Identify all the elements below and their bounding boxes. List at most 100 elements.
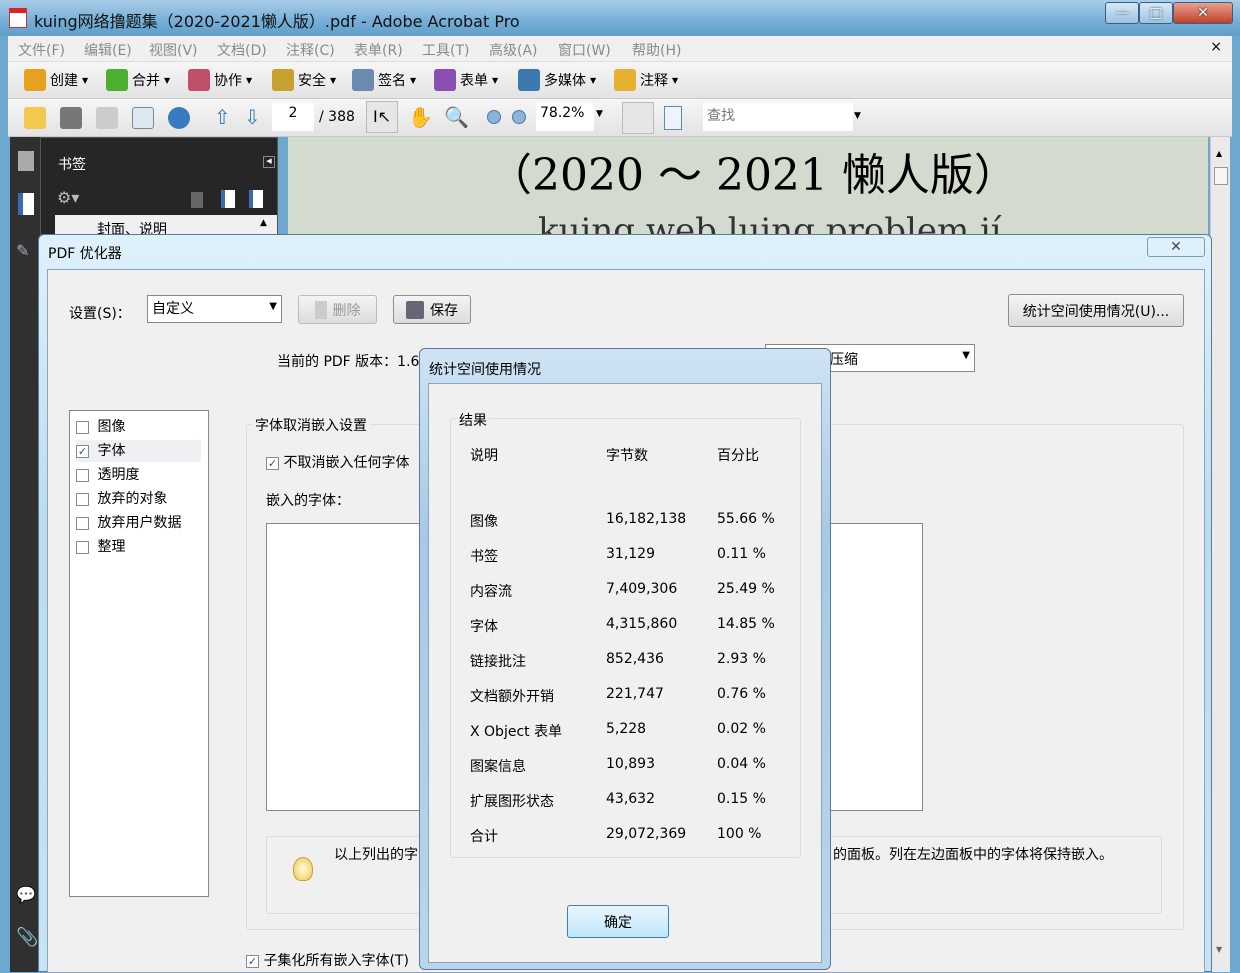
maximize-button[interactable]: □	[1139, 2, 1173, 24]
menu-item[interactable]: 帮助(H)	[632, 40, 681, 60]
bookmarks-icon[interactable]	[18, 193, 34, 215]
attachments-icon[interactable]: 📎	[16, 927, 38, 948]
options-gear-icon[interactable]: ⚙▾	[57, 188, 79, 207]
web-upload-icon[interactable]	[168, 107, 190, 129]
row-description: 图案信息	[470, 759, 526, 775]
checkbox-icon[interactable]	[76, 492, 89, 506]
row-percent: 0.76 %	[717, 686, 766, 702]
row-percent: 2.93 %	[717, 651, 766, 667]
dropdown-arrow-icon: ▼	[246, 75, 253, 85]
lightbulb-icon	[293, 857, 313, 881]
embedded-fonts-list[interactable]	[266, 523, 426, 811]
column-header-description: 说明	[470, 448, 498, 464]
save-settings-button[interactable]: 保存	[393, 295, 471, 324]
stats-row: 字体 4,315,860 14.85 %	[470, 616, 790, 636]
menu-close-button[interactable]: ×	[1210, 39, 1222, 55]
previous-page-icon[interactable]: ⇧	[214, 105, 231, 129]
zoom-out-icon[interactable]	[487, 110, 501, 124]
menu-item[interactable]: 工具(T)	[422, 40, 469, 60]
panel-item[interactable]: 放弃用户数据	[76, 512, 201, 534]
find-input[interactable]: 查找	[703, 103, 853, 131]
audit-space-button[interactable]: 统计空间使用情况(U)...	[1008, 294, 1184, 327]
panel-item[interactable]: 图像	[76, 416, 201, 438]
subset-fonts-checkbox[interactable]: ✓ 子集化所有嵌入字体(T)	[246, 950, 409, 970]
fit-page-icon[interactable]	[664, 106, 682, 130]
toolbar-collaborate-button[interactable]: 协作 ▼	[188, 69, 252, 91]
toolbar-pen-button[interactable]: 签名 ▼	[352, 69, 416, 91]
expand-bookmark-icon[interactable]	[249, 190, 263, 208]
comments-icon[interactable]: 💬	[16, 885, 36, 904]
floppy-icon	[406, 300, 424, 319]
menu-item[interactable]: 高级(A)	[489, 40, 538, 60]
menu-item[interactable]: 表单(R)	[354, 40, 403, 60]
row-bytes: 16,182,138	[606, 511, 687, 527]
panel-item[interactable]: 整理	[76, 536, 201, 558]
scroll-up-icon[interactable]: ▲	[260, 218, 267, 228]
toolbar-multimedia-button[interactable]: 多媒体 ▼	[518, 69, 596, 91]
document-scrollbar[interactable]: ▲ ▼	[1210, 137, 1230, 972]
menu-item[interactable]: 窗口(W)	[558, 40, 611, 60]
no-unembed-checkbox[interactable]: ✓ 不取消嵌入任何字体	[266, 452, 409, 472]
new-bookmark-icon[interactable]	[221, 190, 235, 208]
settings-select[interactable]: 自定义 ▼	[147, 295, 282, 323]
email-icon[interactable]	[132, 107, 154, 129]
next-page-icon[interactable]: ⇩	[244, 105, 261, 129]
toolbar-create-button[interactable]: 创建 ▼	[24, 69, 88, 91]
pdf-version-label: 当前的 PDF 版本：1.6	[277, 354, 420, 370]
row-percent: 55.66 %	[717, 511, 775, 527]
pages-icon[interactable]	[18, 151, 34, 171]
menu-item[interactable]: 文档(D)	[217, 40, 267, 60]
find-dropdown-icon[interactable]: ▼	[854, 111, 861, 121]
dropdown-arrow-icon: ▼	[492, 75, 499, 85]
toolbar-combine-button[interactable]: 合并 ▼	[106, 69, 170, 91]
comment-icon	[614, 69, 636, 91]
bookmarks-panel: 书签 ◀ ⚙▾ 封面、说明 ▲	[40, 137, 278, 238]
zoom-level-input[interactable]: 78.2%	[536, 103, 594, 131]
row-description: 内容流	[470, 584, 512, 600]
toolbar-comment-button[interactable]: 注释 ▼	[614, 69, 678, 91]
checkbox-icon[interactable]	[76, 468, 89, 482]
hand-tool-icon[interactable]: ✋	[408, 105, 433, 129]
checkbox-checked-icon[interactable]: ✓	[76, 444, 89, 458]
delete-button[interactable]: 删除	[298, 295, 377, 324]
chevron-down-icon: ▼	[269, 301, 277, 312]
menu-item[interactable]: 文件(F)	[18, 40, 65, 60]
row-description: 字体	[470, 619, 498, 635]
stats-row: 内容流 7,409,306 25.49 %	[470, 581, 790, 601]
delete-bookmark-icon[interactable]	[191, 192, 203, 208]
scroll-up-arrow[interactable]: ▲	[1216, 149, 1222, 158]
zoom-dropdown-icon[interactable]: ▼	[596, 109, 603, 119]
collapse-panel-button[interactable]: ◀	[263, 156, 275, 168]
menu-item[interactable]: 编辑(E)	[84, 40, 132, 60]
checkbox-icon[interactable]	[76, 420, 89, 434]
checkbox-icon[interactable]	[76, 516, 89, 530]
signatures-icon[interactable]: ✎	[16, 241, 29, 260]
menu-item[interactable]: 视图(V)	[149, 40, 198, 60]
scroll-down-arrow[interactable]: ▼	[1216, 945, 1222, 954]
stats-row: 文档额外开销 221,747 0.76 %	[470, 686, 790, 706]
panel-item[interactable]: ✓ 字体	[76, 440, 201, 462]
close-button[interactable]: ✕	[1173, 2, 1233, 24]
page-number-input[interactable]: 2	[272, 103, 314, 131]
optimizer-close-button[interactable]: ✕	[1147, 237, 1205, 257]
panel-item[interactable]: 放弃的对象	[76, 488, 201, 510]
checkbox-icon[interactable]	[76, 540, 89, 554]
menu-item[interactable]: 注释(C)	[286, 40, 335, 60]
zoom-in-icon[interactable]	[512, 110, 526, 124]
save-icon[interactable]	[96, 107, 118, 129]
stats-row: 链接批注 852,436 2.93 %	[470, 651, 790, 671]
marquee-zoom-icon[interactable]: 🔍	[444, 105, 469, 129]
toolbar-form-button[interactable]: 表单 ▼	[434, 69, 498, 91]
panel-item[interactable]: 透明度	[76, 464, 201, 486]
minimize-button[interactable]: —	[1105, 2, 1139, 24]
scroll-thumb[interactable]	[1214, 167, 1228, 185]
select-tool-icon[interactable]: I↖	[366, 101, 398, 133]
ok-button[interactable]: 确定	[567, 905, 669, 938]
lock-icon	[272, 69, 294, 91]
row-percent: 14.85 %	[717, 616, 775, 632]
toolbar-lock-button[interactable]: 安全 ▼	[272, 69, 336, 91]
fit-width-icon[interactable]	[622, 102, 654, 134]
open-icon[interactable]	[24, 107, 46, 129]
row-bytes: 31,129	[606, 546, 655, 562]
print-icon[interactable]	[60, 107, 82, 129]
